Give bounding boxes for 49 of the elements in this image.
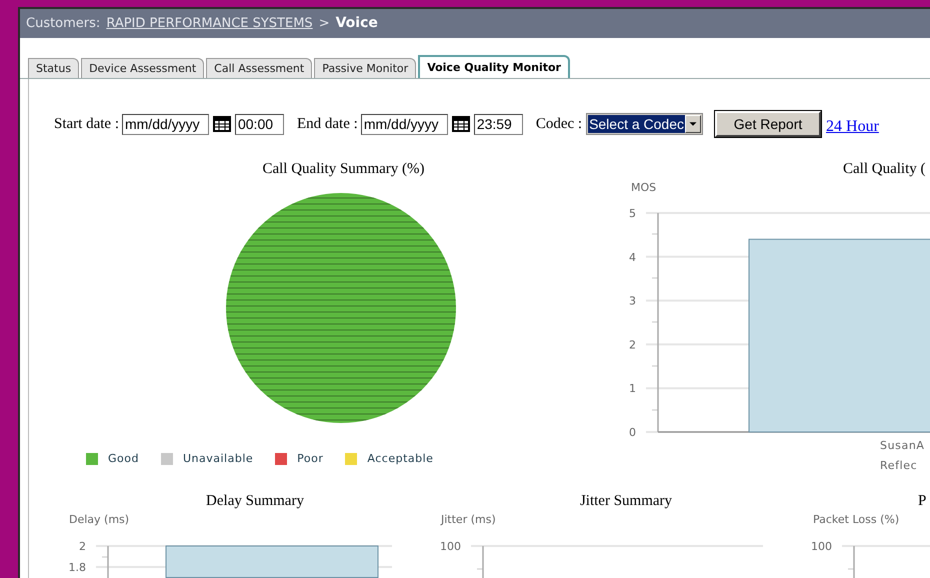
field-label: Codec : (536, 114, 582, 134)
tab[interactable]: Passive Monitor (314, 58, 416, 78)
time-field[interactable]: 23:59 (474, 114, 523, 134)
tab[interactable]: Status (28, 58, 80, 78)
y-axis (853, 546, 855, 578)
tab[interactable]: Device Assessment (81, 58, 204, 78)
calendar-icon[interactable] (452, 116, 470, 132)
axis-tick-label: 100 (440, 540, 461, 553)
calendar-icon[interactable] (212, 116, 231, 132)
axis-tick-label: 4 (629, 250, 636, 264)
chart-title: Call Quality ( (842, 160, 926, 178)
page-title: Voice (336, 14, 378, 33)
time-field[interactable]: 00:00 (234, 114, 284, 134)
legend-label: Acceptable (367, 450, 434, 467)
field-label: Start date : (54, 114, 119, 134)
chart-title: P (917, 492, 928, 510)
axis-title: MOS (631, 181, 656, 194)
y-axis (107, 546, 109, 578)
axis-tick-label: 0 (629, 426, 636, 439)
legend-label: Poor (297, 450, 324, 467)
axis-tick-label: 100 (811, 540, 832, 553)
chart-title: Call Quality Summary (%) (261, 160, 426, 178)
24-hour-link[interactable]: 24 Hour (826, 115, 879, 139)
y-axis (482, 546, 484, 578)
axis-tick-label: 2 (629, 338, 636, 352)
field-label: End date : (296, 114, 358, 134)
axis-tick-label: 1 (629, 382, 636, 396)
axis-tick-label: 2 (79, 540, 86, 553)
date-field[interactable]: mm/dd/yyyy (122, 114, 209, 134)
chart-title: Jitter Summary (578, 492, 674, 510)
breadcrumb-label: Customers: (26, 14, 100, 33)
category-label: Reflec (880, 459, 918, 472)
legend-label: Unavailable (182, 450, 254, 467)
customer-link[interactable]: RAPID PERFORMANCE SYSTEMS (106, 14, 313, 34)
chart-title: Delay Summary (205, 492, 305, 510)
axis-title: Packet Loss (%) (813, 513, 900, 526)
category-label: SusanA (880, 439, 925, 452)
axis-tick-label: 5 (629, 207, 636, 220)
axis-tick-label: 3 (629, 294, 636, 308)
tab[interactable]: Voice Quality Monitor (418, 55, 570, 78)
axis-title: Delay (ms) (69, 513, 130, 526)
get-report-button[interactable]: Get Report (715, 111, 822, 137)
axis-tick-label: 1.8 (68, 561, 86, 574)
codec-dropdown[interactable]: Select a Codec (586, 113, 704, 135)
date-field[interactable]: mm/dd/yyyy (360, 114, 448, 134)
tab[interactable]: Call Assessment (206, 58, 312, 78)
axis-title: Jitter (ms) (441, 513, 496, 526)
legend-label: Good (108, 450, 139, 467)
breadcrumb-separator: > (318, 14, 330, 33)
